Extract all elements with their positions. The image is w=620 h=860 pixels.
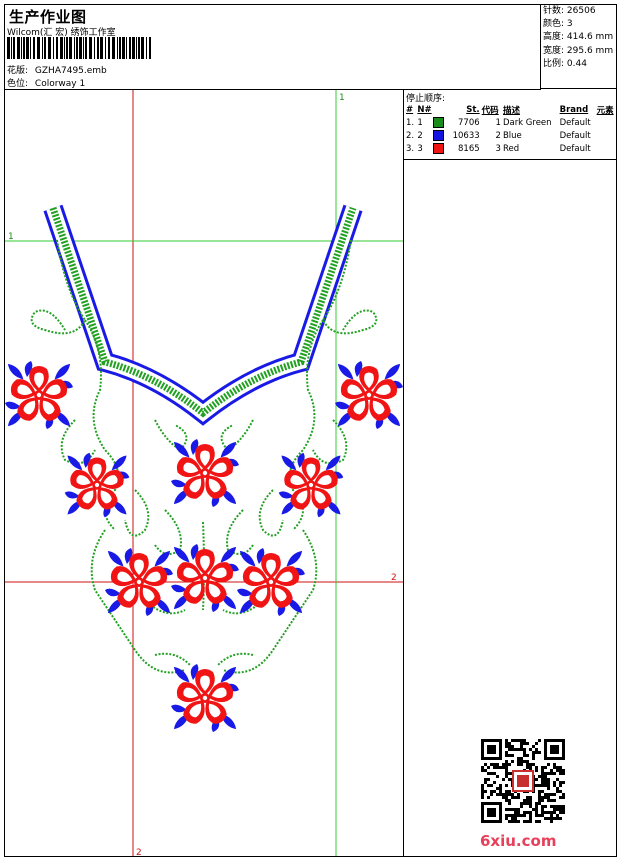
needle-number: 2: [416, 129, 448, 142]
colorway-label: 色位:: [7, 79, 29, 89]
needle-number: 1: [416, 116, 448, 129]
col-code: 代码: [481, 105, 499, 116]
flower-motif: [278, 452, 344, 518]
table-divider: [404, 159, 616, 160]
flower-motif: [237, 548, 305, 616]
flower-motif: [171, 664, 239, 732]
color-code: 2: [495, 130, 501, 141]
flower-motif: [64, 452, 130, 518]
color-swatch: [432, 130, 444, 141]
thread-brand: Default: [559, 130, 591, 141]
color-code: 3: [495, 143, 501, 154]
color-description: Dark Green: [502, 117, 552, 128]
thread-brand: Default: [559, 117, 591, 128]
thread-brand: Default: [559, 143, 591, 154]
col-brand: Brand: [559, 104, 589, 115]
page-title: 生产作业图: [9, 8, 87, 26]
qr-code-image: [481, 739, 565, 823]
col-n: N#: [417, 104, 432, 115]
stat-width: 宽度: 295.6 mm: [543, 45, 614, 56]
row-number: 1.: [406, 117, 415, 128]
production-sheet: 生产作业图 Wilcom(汇 宏) 绣饰工作室 花版: GZHA7495.emb…: [4, 4, 617, 857]
stitch-count: 10633: [452, 130, 480, 141]
design-file-label: 花版:: [7, 66, 29, 76]
guide-label-h1: 1: [8, 232, 14, 242]
col-desc: 描述: [502, 105, 520, 116]
row-number: 3.: [406, 143, 415, 154]
element-type: [596, 129, 616, 142]
table-row: 3. 3 8165 3 Red Default: [405, 142, 616, 155]
flower-motif: [335, 361, 403, 429]
stitch-count: 7706: [458, 117, 480, 128]
table-row: 2. 2 10633 2 Blue Default: [405, 129, 616, 142]
color-swatch: [432, 143, 444, 154]
embroidery-design-area: 1 1 2 2: [5, 90, 403, 857]
table-row: 1. 1 7706 1 Dark Green Default: [405, 116, 616, 129]
guide-label-h2: 2: [391, 573, 397, 583]
flower-motif: [5, 361, 73, 429]
color-description: Blue: [502, 130, 522, 141]
stat-scale: 比例: 0.44: [543, 58, 587, 69]
guide-label-v1: 1: [339, 93, 345, 103]
stitch-count: 8165: [458, 143, 480, 154]
col-element: 元素: [596, 105, 614, 116]
stat-height: 高度: 414.6 mm: [543, 32, 614, 43]
colorway-value: Colorway 1: [34, 79, 86, 89]
design-file-value: GZHA7495.emb: [34, 66, 107, 76]
embroidery-design: 1 1 2 2: [5, 90, 403, 857]
col-stitches: St.: [466, 104, 480, 115]
design-file-row: 花版: GZHA7495.emb: [7, 63, 107, 76]
flower-motif: [171, 544, 239, 612]
color-description: Red: [502, 143, 520, 154]
element-type: [596, 142, 616, 155]
flower-motif: [105, 548, 173, 616]
row-number: 2.: [406, 130, 415, 141]
stat-stitches: 针数: 26506: [543, 6, 596, 16]
sheet-header: 生产作业图 Wilcom(汇 宏) 绣饰工作室 花版: GZHA7495.emb…: [5, 5, 541, 89]
needle-number: 3: [416, 142, 448, 155]
watermark-text: 6xiu.com: [480, 832, 557, 850]
table-header-row: # N# St. 代码 描述 Brand 元素: [405, 103, 616, 116]
stats-panel: 针数: 26506 颜色: 3 高度: 414.6 mm 宽度: 295.6 m…: [540, 5, 616, 89]
colorway-row: 色位: Colorway 1: [7, 76, 85, 89]
col-hash: #: [406, 104, 414, 115]
flower-motif: [171, 439, 239, 507]
color-sequence-table: # N# St. 代码 描述 Brand 元素 1. 1 7706 1 Dark Gre…: [405, 103, 616, 155]
stat-colors: 颜色: 3: [543, 19, 573, 30]
element-type: [596, 116, 616, 129]
color-code: 1: [495, 117, 501, 128]
guide-label-v2: 2: [136, 848, 142, 857]
barcode-image: [7, 37, 151, 59]
color-swatch: [432, 117, 444, 128]
